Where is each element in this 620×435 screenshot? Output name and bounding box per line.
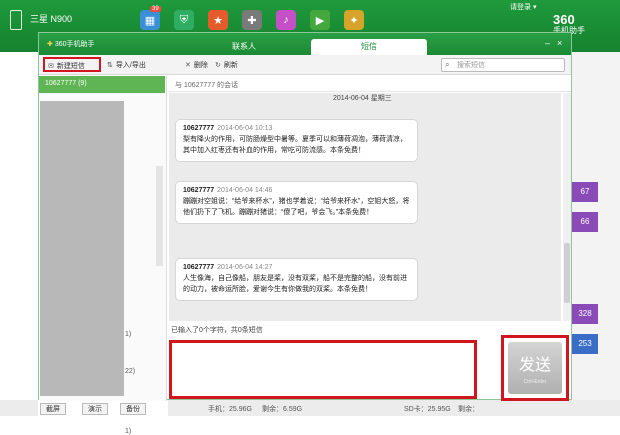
search-input[interactable]: ⌕ 搜索短信 — [441, 58, 565, 72]
music-icon[interactable]: ♪ — [276, 10, 296, 30]
minimize-button[interactable]: – — [545, 38, 550, 48]
conversation-item-count[interactable]: 1) — [125, 331, 131, 338]
apps-icon[interactable]: ▦ — [140, 10, 160, 30]
message-compose-input[interactable] — [169, 340, 477, 399]
conversation-header: 与 10627777 的会话 — [169, 76, 571, 92]
stat-badge: 328 — [572, 304, 598, 324]
notification-badge: 39 — [150, 6, 161, 12]
bottom-actions: 截屏 演示 备份 — [38, 400, 168, 416]
scrollbar-thumb[interactable] — [564, 243, 570, 303]
envelope-icon: ✉ — [48, 63, 54, 70]
conversation-item-count[interactable]: 1) — [125, 428, 131, 435]
login-link[interactable]: 请登录 ▾ — [510, 2, 536, 12]
import-icon: ⇅ — [107, 62, 113, 69]
backup-button[interactable]: 备份 — [120, 403, 146, 415]
message-text: 蹦蹦对空姐说：“给爷来杯水”，猪也学着说：“给爷来杯水”，空姐大怒，将他们扔下了… — [183, 198, 410, 216]
character-counter: 已输入了0个字符，共0条短信 — [171, 327, 263, 334]
send-highlight: 发送 Ctrl+Enter — [501, 335, 569, 401]
toolbar: ✉ 新建短信 ⇅ 导入/导出 ✕ 删除 ↻ 刷新 ⌕ 搜索短信 — [39, 55, 571, 75]
conversation-item-selected[interactable]: 10627777 (9) — [39, 76, 165, 93]
message-bubble[interactable]: 10627777 2014-06-04 10:13 梨有降火的作用，可防肠燥型中暑… — [175, 119, 418, 162]
stat-badge: 67 — [572, 182, 598, 202]
tools-icon[interactable]: ✦ — [344, 10, 364, 30]
list-scrollbar[interactable] — [156, 166, 163, 266]
send-label: 发送 — [518, 357, 551, 374]
send-shortcut: Ctrl+Enter — [523, 379, 547, 385]
conversation-list: 10627777 (9) 1) 22) 1) — [39, 76, 167, 435]
stat-badge: 253 — [572, 334, 598, 354]
send-button[interactable]: 发送 Ctrl+Enter — [508, 342, 562, 394]
search-icon: ⌕ — [445, 60, 450, 69]
message-text: 人生像海，自己像船，朋友是桨，没有双桨，船不是完整的船，没有前进的动力，被命运所… — [183, 275, 407, 293]
screenshot-button[interactable]: 截屏 — [40, 403, 66, 415]
stat-badge: 66 — [572, 212, 598, 232]
new-sms-button[interactable]: ✉ 新建短信 — [43, 57, 101, 72]
message-bubble[interactable]: 10627777 2014-06-04 14:27 人生像海，自己像船，朋友是桨，… — [175, 258, 418, 301]
device-name[interactable]: 三星 N900 — [30, 12, 72, 25]
message-header: 10627777 2014-06-04 14:27 — [183, 264, 273, 271]
main-nav: ▦ ⛨ ★ ✚ ♪ ▶ ✦ — [140, 10, 364, 30]
message-text: 梨有降火的作用，可防肠燥型中暑等。夏季可以和薄荷凋泡，薄荷清凉，其中加入红枣还有… — [183, 136, 407, 154]
right-panel — [572, 52, 620, 416]
message-header: 10627777 2014-06-04 14:46 — [183, 187, 273, 194]
window-titlebar[interactable]: ✚ 360手机助手 联系人 短信 – × — [39, 33, 571, 55]
message-header: 10627777 2014-06-04 10:13 — [183, 125, 273, 132]
delete-button[interactable]: ✕ 删除 — [185, 60, 208, 70]
sd-free: 剩余： — [458, 406, 479, 413]
window-title: ✚ 360手机助手 — [47, 41, 95, 48]
sd-storage: SD卡：25.95G — [404, 406, 451, 413]
phone-storage: 手机：25.96G — [208, 406, 252, 413]
sms-window: ✚ 360手机助手 联系人 短信 – × ✉ 新建短信 ⇅ 导入/导出 ✕ 删除 ↻ 刷新… — [38, 32, 572, 435]
conversation-item-count[interactable]: 22) — [125, 368, 135, 375]
thread-scrollbar[interactable] — [563, 93, 571, 321]
refresh-button[interactable]: ↻ 刷新 — [215, 60, 238, 70]
search-placeholder: 搜索短信 — [457, 62, 485, 69]
demo-button[interactable]: 演示 — [82, 403, 108, 415]
tab-sms[interactable]: 短信 — [311, 39, 427, 55]
star-icon[interactable]: ★ — [208, 10, 228, 30]
refresh-icon: ↻ — [215, 62, 221, 69]
redacted-contacts — [40, 101, 124, 396]
message-thread[interactable]: 2014-06-04 星期三 10627777 2014-06-04 10:13 … — [169, 93, 561, 321]
close-button[interactable]: × — [557, 38, 562, 48]
message-bubble[interactable]: 10627777 2014-06-04 14:46 蹦蹦对空姐说：“给爷来杯水”，… — [175, 181, 418, 224]
delete-icon: ✕ — [185, 62, 191, 69]
phone-icon — [10, 10, 22, 30]
date-divider: 2014-06-04 星期三 — [333, 95, 392, 102]
import-export-button[interactable]: ⇅ 导入/导出 — [107, 60, 146, 70]
video-icon[interactable]: ▶ — [310, 10, 330, 30]
phone-free: 剩余：6.59G — [262, 406, 303, 413]
shield-icon[interactable]: ⛨ — [174, 10, 194, 30]
game-icon[interactable]: ✚ — [242, 10, 262, 30]
tab-contacts[interactable]: 联系人 — [186, 39, 302, 55]
app-logo-icon: ✚ — [47, 41, 53, 48]
